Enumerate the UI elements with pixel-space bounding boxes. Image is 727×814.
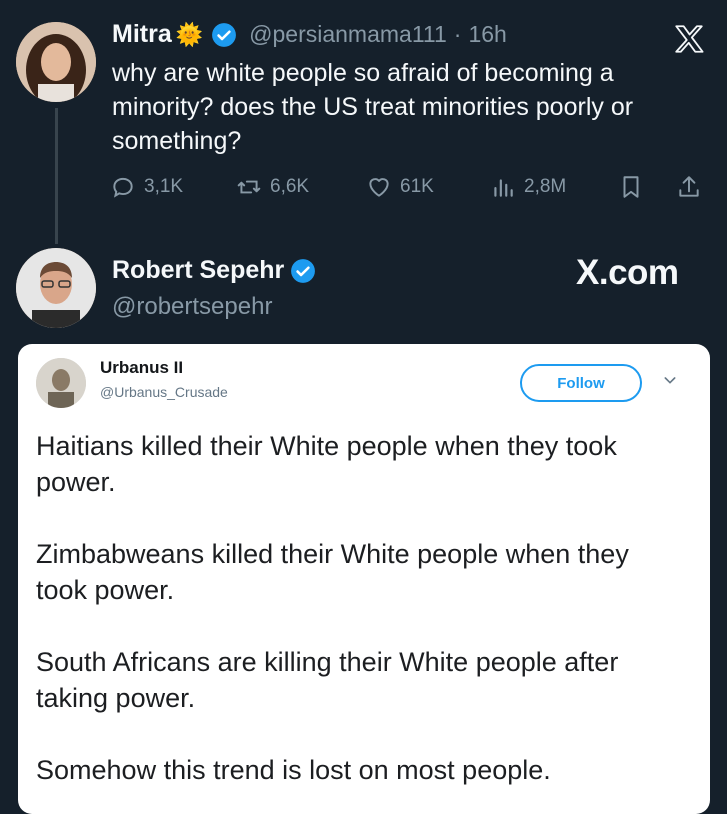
share-icon[interactable]: [676, 174, 702, 205]
like-button[interactable]: 61K: [366, 174, 434, 200]
repost-icon: [237, 180, 261, 194]
repost-count: 6,6K: [270, 176, 310, 197]
tweet-time[interactable]: 16h: [468, 21, 506, 48]
sun-emoji: 🌞: [175, 21, 204, 47]
tweet-text: why are white people so afraid of becomi…: [112, 59, 634, 155]
repost-button[interactable]: 6,6K: [236, 174, 309, 200]
avatar-robert-image: [16, 248, 96, 328]
reply-count: 3,1K: [144, 176, 184, 197]
avatar-robert[interactable]: [16, 248, 96, 328]
chevron-down-icon: [662, 372, 678, 393]
avatar-mitra-image: [16, 22, 96, 102]
reply-icon: [113, 177, 133, 198]
embedded-avatar: [36, 358, 86, 408]
like-count: 61K: [400, 176, 434, 197]
follow-button: Follow: [520, 364, 642, 402]
reply-author-name[interactable]: Robert Sepehr: [112, 256, 284, 285]
embedded-paragraph: South Africans are killing their White p…: [36, 647, 619, 713]
author-name[interactable]: Mitra: [112, 20, 172, 49]
like-icon: [369, 178, 389, 197]
views-count: 2,8M: [524, 176, 567, 197]
reply-author-handle[interactable]: @robertsepehr: [112, 293, 272, 321]
embedded-paragraph: Haitians killed their White people when …: [36, 431, 617, 497]
reply-header: Robert Sepehr: [112, 256, 316, 285]
reply-button[interactable]: 3,1K: [110, 174, 183, 200]
embedded-author-handle: @Urbanus_Crusade: [100, 384, 228, 400]
avatar-mitra[interactable]: [16, 22, 96, 102]
thread-connector-line: [55, 108, 58, 244]
embedded-tweet-card: Urbanus II @Urbanus_Crusade Follow Haiti…: [18, 344, 710, 814]
embedded-paragraph: Somehow this trend is lost on most peopl…: [36, 755, 551, 785]
x-com-watermark: X.com: [576, 253, 679, 292]
embedded-author-name: Urbanus II: [100, 358, 184, 377]
author-handle[interactable]: @persianmama111: [249, 21, 447, 48]
verified-badge-icon: [291, 258, 316, 283]
separator-dot: ·: [453, 21, 462, 47]
tweet-header: Mitra 🌞 @persianmama111 · 16h: [112, 20, 507, 49]
embedded-paragraph: Zimbabweans killed their White people wh…: [36, 539, 629, 605]
bookmark-icon[interactable]: [618, 174, 644, 205]
views-button[interactable]: 2,8M: [490, 174, 566, 200]
embedded-avatar-image: [36, 358, 86, 408]
verified-badge-icon: [212, 22, 237, 47]
views-icon: [494, 179, 513, 197]
embedded-tweet-body: Haitians killed their White people when …: [36, 428, 686, 788]
